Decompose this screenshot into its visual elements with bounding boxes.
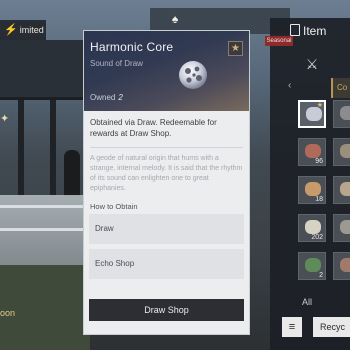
- crossed-swords-icon[interactable]: ⚔: [304, 56, 320, 72]
- item-icon: [340, 220, 350, 234]
- item-subtitle: Sound of Draw: [90, 59, 143, 68]
- bag-icon: [290, 24, 300, 36]
- orb-icon: [179, 61, 207, 89]
- item-icon: [305, 258, 321, 272]
- player-character: [64, 150, 80, 196]
- item-slot-item-5[interactable]: 18: [298, 176, 326, 204]
- owned-value: 2: [118, 93, 123, 102]
- tab-consumables[interactable]: Co: [331, 78, 350, 98]
- item-slot-item-7[interactable]: 202: [298, 214, 326, 242]
- item-title: Harmonic Core: [90, 40, 174, 54]
- pillar: [50, 100, 56, 195]
- item-icon: [305, 220, 321, 234]
- rail-line: [0, 205, 85, 208]
- item-icon: [340, 106, 350, 120]
- rail-line: [0, 228, 85, 231]
- item-slot-item-10[interactable]: [333, 252, 350, 280]
- item-slot-item-8[interactable]: [333, 214, 350, 242]
- item-icon: [340, 144, 350, 158]
- item-slot-item-2[interactable]: [333, 100, 350, 128]
- lightning-icon: ⚡: [4, 24, 18, 36]
- limited-event-tag[interactable]: ⚡ imited: [0, 20, 46, 40]
- item-quantity: 202: [311, 234, 323, 241]
- item-quantity: 18: [315, 196, 323, 203]
- source-draw[interactable]: Draw: [89, 214, 244, 244]
- tooltip-header: Harmonic Core Sound of Draw ★ Owned 2: [84, 31, 249, 111]
- spade-icon: ♠: [171, 12, 179, 26]
- owned-label: Owned: [90, 93, 116, 102]
- draw-shop-button[interactable]: Draw Shop: [89, 299, 244, 321]
- obtained-description: Obtained via Draw. Redeemable for reward…: [90, 118, 217, 138]
- star-icon[interactable]: ★: [228, 41, 243, 56]
- item-panel-title: Item: [303, 24, 327, 38]
- item-slot-item-4[interactable]: [333, 138, 350, 166]
- item-icon: [305, 144, 321, 158]
- chevron-left-icon[interactable]: ‹: [288, 80, 291, 91]
- recycle-button[interactable]: Recyc: [313, 317, 350, 337]
- item-icon: [305, 182, 321, 196]
- item-slot-item-6[interactable]: [333, 176, 350, 204]
- how-to-obtain-heading: How to Obtain: [90, 202, 138, 211]
- building-eave: [0, 40, 90, 100]
- item-icon: [340, 182, 350, 196]
- source-echo-shop[interactable]: Echo Shop: [89, 249, 244, 279]
- item-slot-item-3[interactable]: 96: [298, 138, 326, 166]
- item-slot-harmonic-core[interactable]: ★: [298, 100, 326, 128]
- filter-all-label[interactable]: All: [302, 297, 312, 307]
- seasonal-badge: Seasonal: [265, 36, 293, 46]
- item-quantity: 96: [315, 158, 323, 165]
- sparkle-icon: ✦: [0, 113, 10, 125]
- favorite-star-icon: ★: [316, 102, 323, 109]
- owned-count: Owned 2: [90, 93, 123, 107]
- lore-description: A geode of natural origin that hums with…: [90, 155, 243, 192]
- item-tooltip-card: Harmonic Core Sound of Draw ★ Owned 2 Ob…: [83, 30, 250, 335]
- item-icon: [306, 107, 322, 121]
- limited-label: imited: [19, 25, 44, 35]
- item-slot-item-9[interactable]: 2: [298, 252, 326, 280]
- item-icon: [340, 258, 350, 272]
- bottom-left-label: oon: [0, 308, 16, 318]
- pillar: [18, 100, 24, 195]
- filter-icon[interactable]: ≡: [282, 317, 302, 337]
- item-quantity: 2: [319, 272, 323, 279]
